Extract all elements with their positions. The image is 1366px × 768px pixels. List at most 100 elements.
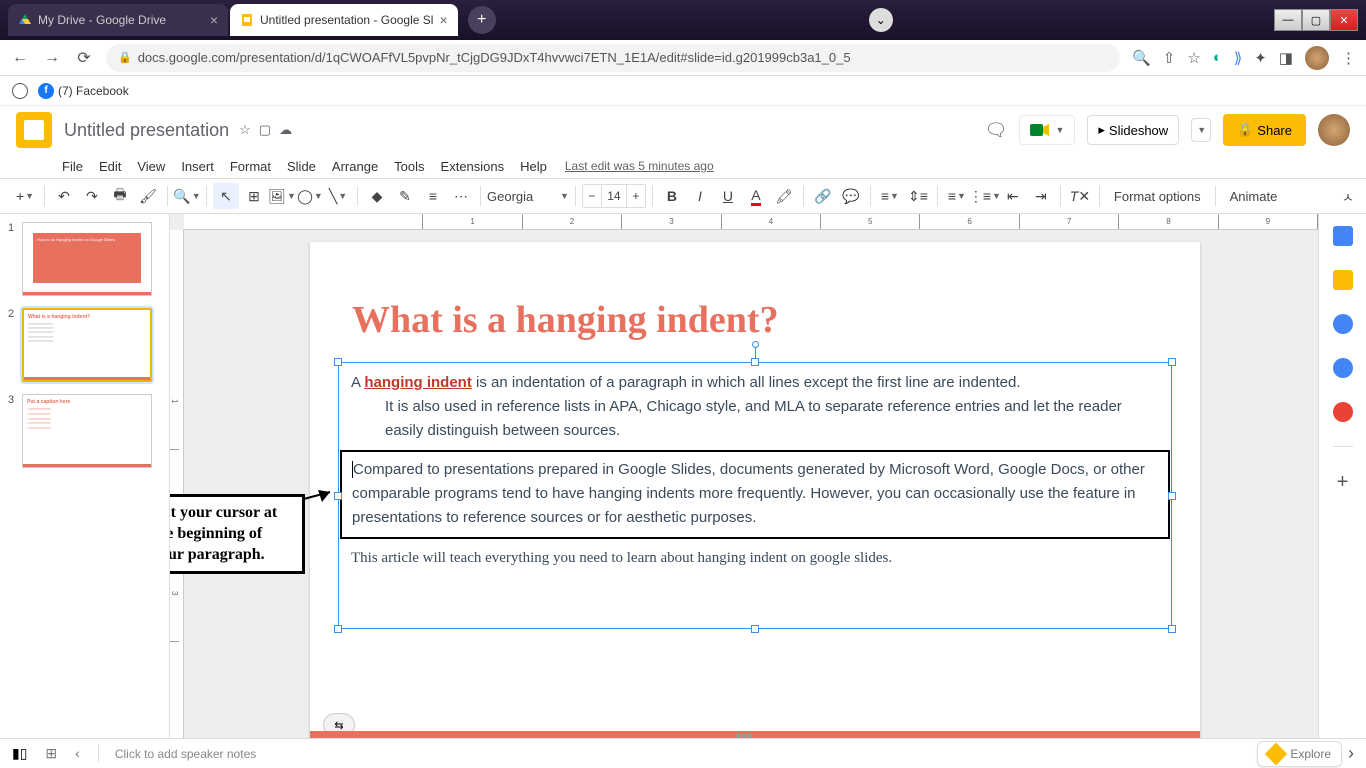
slides-logo[interactable] <box>16 112 52 148</box>
bookmark-apps[interactable] <box>12 83 28 99</box>
new-slide-button[interactable]: +▼ <box>12 183 38 209</box>
speaker-notes-input[interactable]: Click to add speaker notes <box>107 747 1257 761</box>
slideshow-button[interactable]: ▸ Slideshow <box>1087 115 1179 145</box>
slide-filmstrip[interactable]: 1 How to do Hanging Indent on Google Sli… <box>0 214 170 738</box>
keep-icon[interactable] <box>1333 270 1353 290</box>
extension-icon[interactable]: ◐ <box>1213 49 1222 66</box>
explore-button[interactable]: Explore <box>1257 741 1342 767</box>
back-button[interactable]: ← <box>10 49 30 67</box>
border-weight-button[interactable]: ≡ <box>420 183 446 209</box>
rotate-handle[interactable] <box>752 341 759 348</box>
new-tab-button[interactable]: + <box>468 6 496 34</box>
link-button[interactable]: 🔗 <box>810 183 836 209</box>
zoom-button[interactable]: 🔍▼ <box>174 183 200 209</box>
menu-tools[interactable]: Tools <box>388 157 430 176</box>
tasks-icon[interactable] <box>1333 314 1353 334</box>
slide-thumbnail-3[interactable]: Put a caption here • ━━━━━━━━━━━━• ━━━━━… <box>22 394 152 468</box>
bulleted-list-button[interactable]: ⋮≡▼ <box>972 183 998 209</box>
resize-handle[interactable] <box>334 625 342 633</box>
resize-handle[interactable] <box>334 358 342 366</box>
paragraph-3[interactable]: This article will teach everything you n… <box>339 539 1171 578</box>
slide-canvas[interactable]: What is a hanging indent? A hanging inde… <box>310 242 1200 738</box>
url-input[interactable]: 🔒 docs.google.com/presentation/d/1qCWOAF… <box>106 44 1120 72</box>
fill-color-button[interactable]: ◆ <box>364 183 390 209</box>
resize-grip[interactable] <box>736 734 752 738</box>
comment-button[interactable]: 💬 <box>838 183 864 209</box>
print-button[interactable]: 🖶 <box>107 183 133 209</box>
addons-plus-icon[interactable]: + <box>1337 471 1349 494</box>
line-tool[interactable]: ╲▼ <box>325 183 351 209</box>
highlight-button[interactable]: 🖍 <box>771 183 797 209</box>
move-icon[interactable]: ▢ <box>259 122 271 138</box>
slide-title-text[interactable]: What is a hanging indent? <box>352 298 779 342</box>
browser-tab-drive[interactable]: My Drive - Google Drive × <box>8 4 228 36</box>
paint-format-button[interactable]: 🖌 <box>135 183 161 209</box>
increase-indent-button[interactable]: ⇥ <box>1028 183 1054 209</box>
reload-button[interactable]: ⟳ <box>74 48 94 68</box>
menu-icon[interactable]: ⋮ <box>1341 49 1356 67</box>
contacts-icon[interactable] <box>1333 358 1353 378</box>
resize-handle[interactable] <box>751 358 759 366</box>
menu-format[interactable]: Format <box>224 157 277 176</box>
resize-handle[interactable] <box>1168 492 1176 500</box>
italic-button[interactable]: I <box>687 183 713 209</box>
resize-handle[interactable] <box>1168 625 1176 633</box>
decrease-indent-button[interactable]: ⇤ <box>1000 183 1026 209</box>
slideshow-dropdown[interactable]: ▼ <box>1191 118 1211 142</box>
hide-side-panel-button[interactable]: › <box>1348 743 1354 764</box>
bookmark-star-icon[interactable]: ☆ <box>1187 49 1200 67</box>
last-edit-link[interactable]: Last edit was 5 minutes ago <box>565 159 714 173</box>
toolbar-collapse-icon[interactable]: ㅅ <box>1342 187 1354 206</box>
maps-icon[interactable] <box>1333 402 1353 422</box>
paragraph-1[interactable]: A hanging indent is an indentation of a … <box>339 363 1171 450</box>
maximize-button[interactable]: ▢ <box>1302 9 1330 31</box>
collapse-filmstrip-button[interactable]: ‹ <box>75 745 80 762</box>
menu-view[interactable]: View <box>131 157 171 176</box>
cast-icon[interactable]: ⟫ <box>1234 49 1242 67</box>
bookmark-facebook[interactable]: f (7) Facebook <box>38 83 129 99</box>
horizontal-ruler[interactable]: 1 2 3 4 5 6 7 8 9 <box>184 214 1318 230</box>
animate-button[interactable]: Animate <box>1222 189 1286 204</box>
account-avatar[interactable] <box>1318 114 1350 146</box>
extensions-icon[interactable]: ✦ <box>1254 49 1267 67</box>
share-button[interactable]: 🔒 Share <box>1223 114 1306 146</box>
shape-tool[interactable]: ◯▼ <box>297 183 323 209</box>
image-tool[interactable]: 🖼▼ <box>269 183 295 209</box>
meet-button[interactable]: ▼ <box>1019 115 1075 145</box>
text-color-button[interactable]: A <box>743 183 769 209</box>
align-button[interactable]: ≡▼ <box>877 183 903 209</box>
select-tool[interactable]: ↖ <box>213 183 239 209</box>
menu-slide[interactable]: Slide <box>281 157 322 176</box>
paragraph-2[interactable]: Compared to presentations prepared in Go… <box>352 458 1158 531</box>
filmstrip-view-button[interactable]: ▮▯ <box>12 745 27 762</box>
resize-handle[interactable] <box>751 625 759 633</box>
menu-extensions[interactable]: Extensions <box>435 157 511 176</box>
vertical-ruler[interactable]: 1 2 3 <box>170 230 184 738</box>
tab-close-icon[interactable]: × <box>439 12 447 28</box>
slide-thumbnail-2[interactable]: What is a hanging indent? ━━━━━━━━━━━━━━… <box>22 308 152 382</box>
font-size-value[interactable]: 14 <box>601 185 627 207</box>
redo-button[interactable]: ↷ <box>79 183 105 209</box>
menu-arrange[interactable]: Arrange <box>326 157 384 176</box>
tab-search-button[interactable]: ⌄ <box>869 8 893 32</box>
hanging-indent-link[interactable]: hanging indent <box>364 374 471 391</box>
undo-button[interactable]: ↶ <box>51 183 77 209</box>
menu-help[interactable]: Help <box>514 157 553 176</box>
underline-button[interactable]: U <box>715 183 741 209</box>
star-icon[interactable]: ☆ <box>239 122 251 138</box>
border-dash-button[interactable]: ⋯ <box>448 183 474 209</box>
menu-edit[interactable]: Edit <box>93 157 127 176</box>
tab-close-icon[interactable]: × <box>210 12 218 28</box>
comments-icon[interactable]: 🗨 <box>985 120 1008 141</box>
line-spacing-button[interactable]: ⇕≡ <box>905 183 931 209</box>
zoom-icon[interactable]: 🔍 <box>1132 49 1151 67</box>
body-textbox-selected[interactable]: A hanging indent is an indentation of a … <box>338 362 1172 629</box>
minimize-button[interactable]: — <box>1274 9 1302 31</box>
cloud-icon[interactable]: ☁ <box>279 122 292 138</box>
close-window-button[interactable]: ✕ <box>1330 9 1358 31</box>
profile-avatar[interactable] <box>1305 46 1329 70</box>
browser-tab-slides[interactable]: Untitled presentation - Google Sl × <box>230 4 458 36</box>
menu-file[interactable]: File <box>56 157 89 176</box>
grid-view-button[interactable]: ⊞ <box>45 745 57 762</box>
slide-thumbnail-1[interactable]: How to do Hanging Indent on Google Slide… <box>22 222 152 296</box>
